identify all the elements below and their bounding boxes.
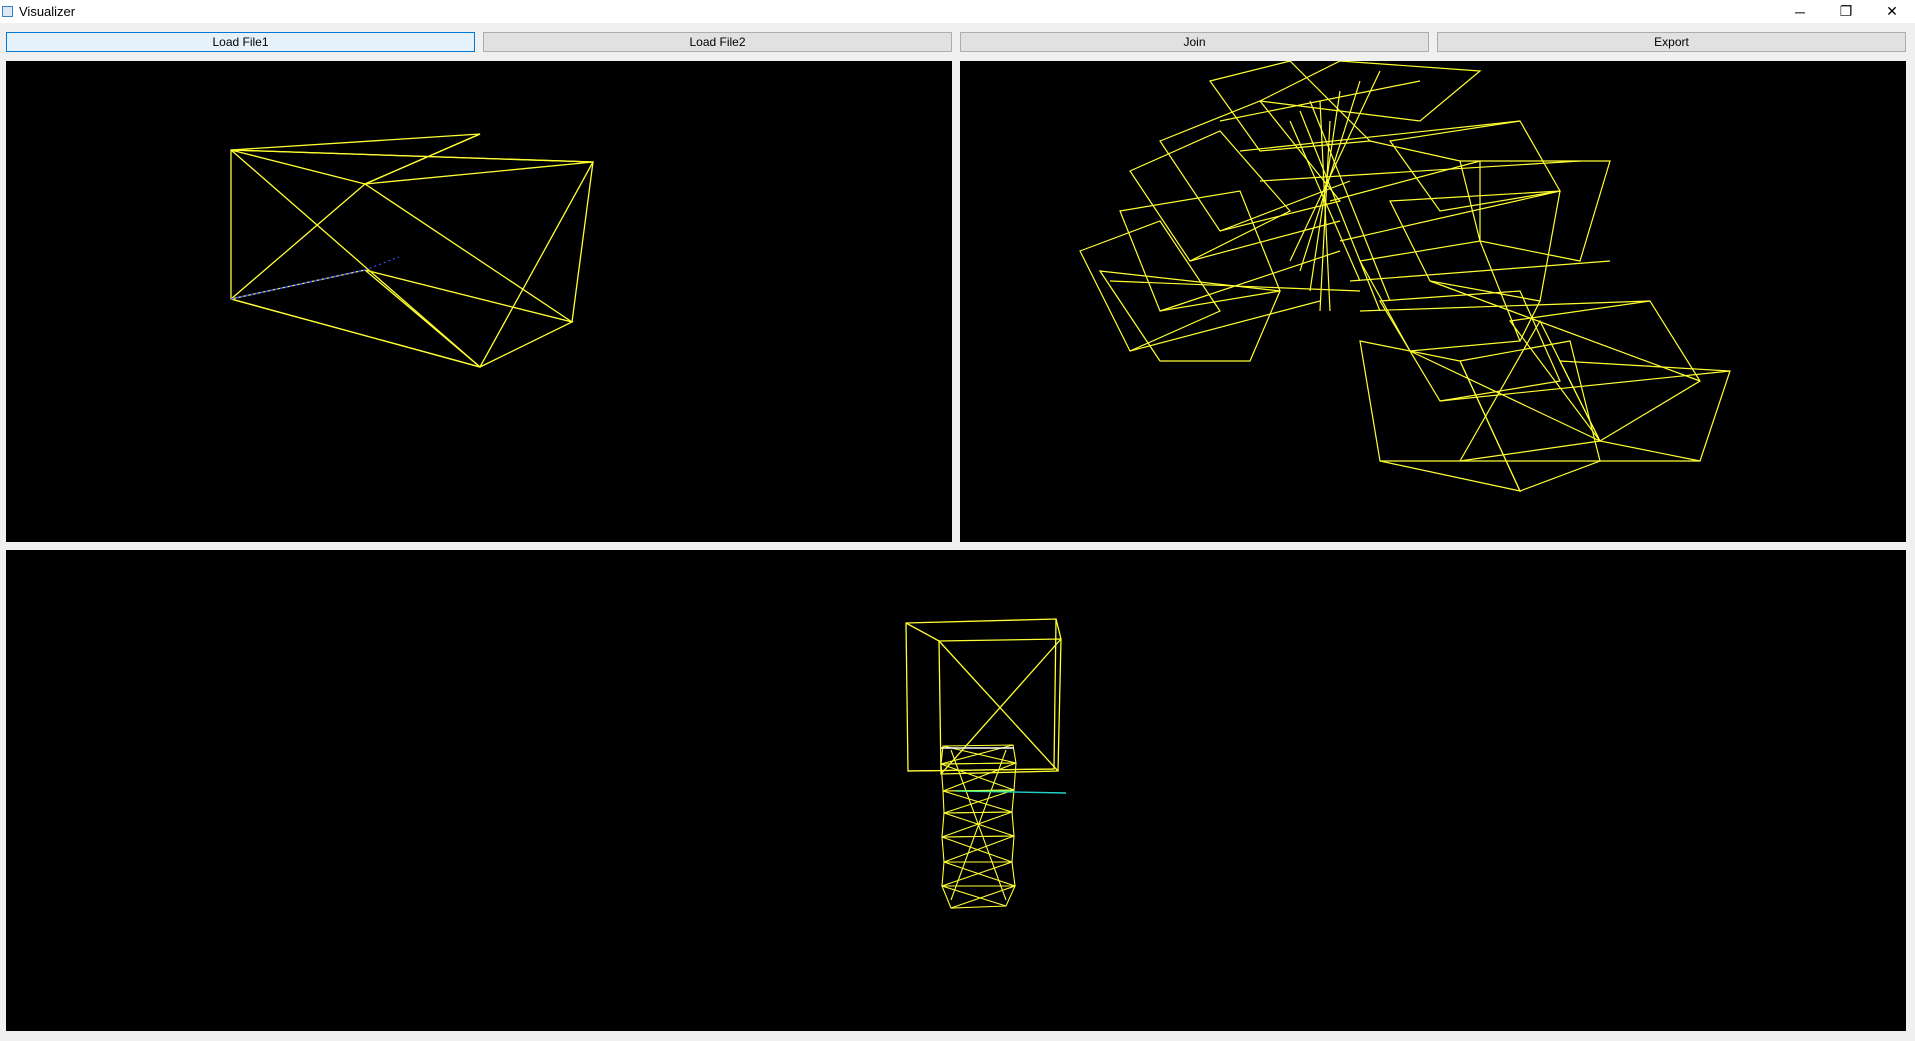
toolbar: Load File1 Load File2 Join Export xyxy=(0,23,1915,60)
file2-viewport[interactable] xyxy=(960,61,1906,542)
file1-viewport[interactable] xyxy=(6,61,952,542)
window-controls: ─ ❐ ✕ xyxy=(1777,0,1915,23)
export-button[interactable]: Export xyxy=(1437,32,1906,52)
join-button[interactable]: Join xyxy=(960,32,1429,52)
file2-wireframe xyxy=(1079,61,1731,492)
close-button[interactable]: ✕ xyxy=(1869,0,1915,23)
load-file1-button[interactable]: Load File1 xyxy=(6,32,475,52)
title-bar: Visualizer ─ ❐ ✕ xyxy=(0,0,1915,23)
app-icon xyxy=(2,6,13,17)
minimize-button[interactable]: ─ xyxy=(1777,0,1823,23)
load-file2-button[interactable]: Load File2 xyxy=(483,32,952,52)
joined-wireframe xyxy=(905,618,1067,909)
file1-wireframe xyxy=(230,133,595,368)
window-title: Visualizer xyxy=(19,4,76,19)
restore-button[interactable]: ❐ xyxy=(1823,0,1869,23)
joined-viewport[interactable] xyxy=(6,550,1906,1031)
status-bar xyxy=(0,1031,1915,1041)
